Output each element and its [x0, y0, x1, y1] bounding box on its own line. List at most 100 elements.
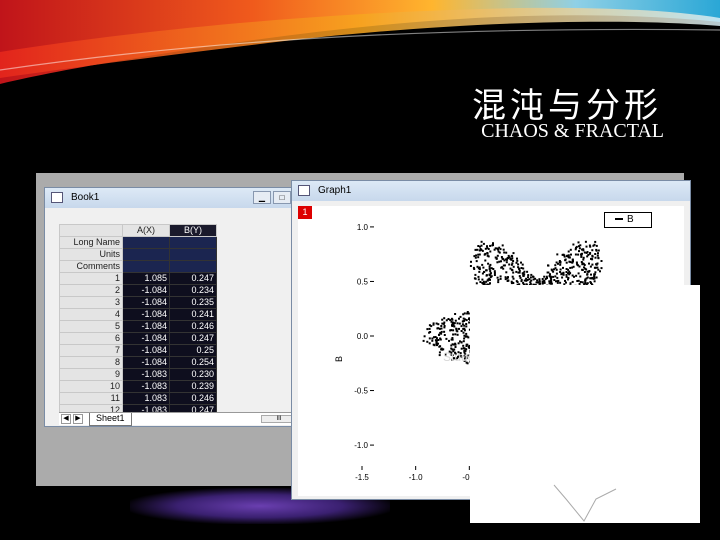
workbook-titlebar[interactable]: Book1 ▁ □: [45, 188, 293, 208]
cell[interactable]: -1.084: [122, 296, 170, 309]
table-row[interactable]: 6 -1.084 0.247: [59, 332, 217, 345]
table-row[interactable]: 5 -1.084 0.246: [59, 320, 217, 333]
scatter-point: [456, 322, 459, 325]
workbook-window[interactable]: Book1 ▁ □ A(X) B(Y) Long Name Units Comm…: [44, 187, 301, 427]
scatter-point: [440, 332, 443, 335]
legend[interactable]: B: [604, 212, 652, 228]
scatter-point: [552, 270, 555, 273]
cell[interactable]: 0.235: [169, 296, 217, 309]
scatter-point: [482, 280, 485, 283]
row-number[interactable]: 5: [59, 320, 123, 333]
cell[interactable]: -1.084: [122, 344, 170, 357]
scatter-point: [485, 274, 488, 277]
row-label-comments[interactable]: Comments: [59, 260, 123, 273]
corner-cell[interactable]: [59, 224, 123, 237]
minimize-button[interactable]: ▁: [253, 191, 271, 204]
row-number[interactable]: 3: [59, 296, 123, 309]
maximize-button[interactable]: □: [273, 191, 291, 204]
scatter-point: [537, 281, 540, 284]
y-axis-label: B: [334, 356, 344, 362]
cell[interactable]: [169, 260, 217, 273]
cell[interactable]: 0.246: [169, 320, 217, 333]
scatter-point: [504, 276, 507, 279]
scatter-point: [484, 252, 487, 255]
cell[interactable]: 0.234: [169, 284, 217, 297]
row-label-long-name[interactable]: Long Name: [59, 236, 123, 249]
scatter-point: [586, 273, 589, 276]
cell[interactable]: 0.230: [169, 368, 217, 381]
scatter-point: [509, 258, 512, 260]
row-number[interactable]: 7: [59, 344, 123, 357]
cell[interactable]: 1.085: [122, 272, 170, 285]
row-label-units[interactable]: Units: [59, 248, 123, 261]
cell[interactable]: [169, 236, 217, 249]
cell[interactable]: [169, 248, 217, 261]
column-header-b[interactable]: B(Y): [169, 224, 217, 237]
scatter-point: [428, 327, 431, 330]
row-number[interactable]: 10: [59, 380, 123, 393]
scatter-point: [555, 272, 558, 275]
table-row[interactable]: 7 -1.084 0.25: [59, 344, 217, 357]
table-row[interactable]: 1 1.085 0.247: [59, 272, 217, 285]
scatter-point: [582, 256, 585, 259]
cell[interactable]: 0.247: [169, 272, 217, 285]
scatter-point: [594, 240, 597, 243]
cell[interactable]: [122, 248, 170, 261]
scatter-point: [596, 254, 599, 257]
scatter-point: [595, 249, 598, 252]
row-number[interactable]: 4: [59, 308, 123, 321]
scatter-point: [573, 275, 575, 278]
scatter-point: [481, 278, 484, 281]
graph-titlebar[interactable]: Graph1: [292, 181, 690, 201]
scatter-point: [489, 244, 492, 247]
scatter-point: [575, 261, 578, 264]
scatter-point: [588, 262, 590, 265]
scatter-point: [581, 269, 584, 271]
scatter-point: [426, 340, 429, 343]
row-number[interactable]: 11: [59, 392, 123, 405]
cell[interactable]: 0.25: [169, 344, 217, 357]
cell[interactable]: 0.247: [169, 332, 217, 345]
cell[interactable]: -1.084: [122, 356, 170, 369]
table-row[interactable]: 3 -1.084 0.235: [59, 296, 217, 309]
scatter-point: [452, 333, 455, 336]
scatter-point: [511, 281, 514, 284]
row-number[interactable]: 2: [59, 284, 123, 297]
table-row[interactable]: 4 -1.084 0.241: [59, 308, 217, 321]
row-number[interactable]: 8: [59, 356, 123, 369]
cell[interactable]: [122, 260, 170, 273]
table-row[interactable]: 10 -1.083 0.239: [59, 380, 217, 393]
cell[interactable]: -1.084: [122, 308, 170, 321]
cell[interactable]: 0.254: [169, 356, 217, 369]
scatter-point: [499, 275, 502, 278]
cell[interactable]: [122, 236, 170, 249]
cell[interactable]: 0.246: [169, 392, 217, 405]
cell[interactable]: 1.083: [122, 392, 170, 405]
table-row[interactable]: 9 -1.083 0.230: [59, 368, 217, 381]
scatter-point: [491, 244, 494, 247]
row-number[interactable]: 6: [59, 332, 123, 345]
scatter-point: [556, 253, 559, 256]
cell[interactable]: -1.083: [122, 368, 170, 381]
column-header-a[interactable]: A(X): [122, 224, 170, 237]
scatter-point: [467, 336, 470, 339]
cell[interactable]: 0.241: [169, 308, 217, 321]
layer-icon[interactable]: 1: [298, 206, 312, 219]
worksheet-grid[interactable]: A(X) B(Y) Long Name Units Comments 1 1.0…: [59, 224, 217, 417]
cell[interactable]: -1.084: [122, 284, 170, 297]
sheet-tab[interactable]: Sheet1: [89, 413, 132, 426]
scatter-point: [431, 339, 434, 342]
tab-prev-button[interactable]: ◀: [61, 414, 71, 424]
cell[interactable]: -1.084: [122, 320, 170, 333]
cell[interactable]: 0.239: [169, 380, 217, 393]
decorative-swoosh: [0, 0, 720, 84]
cell[interactable]: -1.083: [122, 380, 170, 393]
row-number[interactable]: 9: [59, 368, 123, 381]
cell[interactable]: -1.084: [122, 332, 170, 345]
table-row[interactable]: 2 -1.084 0.234: [59, 284, 217, 297]
row-number[interactable]: 1: [59, 272, 123, 285]
table-row[interactable]: 8 -1.084 0.254: [59, 356, 217, 369]
table-row[interactable]: 11 1.083 0.246: [59, 392, 217, 405]
tab-next-button[interactable]: ▶: [73, 414, 83, 424]
scatter-point: [554, 275, 557, 278]
